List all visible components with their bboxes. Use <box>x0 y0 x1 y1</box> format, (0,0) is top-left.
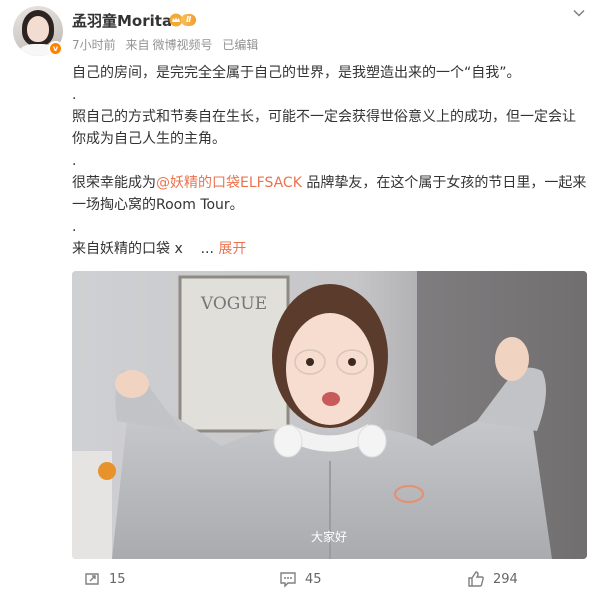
post-separator: . <box>72 153 77 169</box>
repost-button[interactable]: 15 <box>83 570 126 588</box>
post-meta: 7小时前 来自 微博视频号 已编辑 <box>72 36 264 53</box>
video-frame: VOGUE 大家好 <box>72 271 587 559</box>
like-icon <box>468 571 484 587</box>
ellipsis: ... <box>200 241 214 257</box>
post-paragraph-3: 很荣幸能成为@妖精的口袋ELFSACK 品牌挚友，在这个属于女孩的节日里，一起来… <box>72 172 587 216</box>
repost-count: 15 <box>109 571 126 587</box>
post-paragraph-2: 照自己的方式和节奏自在生长，可能不一定会获得世俗意义上的成功，但一定会让你成为自… <box>72 109 576 147</box>
poster-text: VOGUE <box>200 294 267 314</box>
post-paragraph-4: 来自妖精的口袋 x ... 展开 <box>72 238 587 260</box>
comment-count: 45 <box>305 571 322 587</box>
comment-button[interactable]: 45 <box>279 570 322 588</box>
username[interactable]: 孟羽童Morita <box>72 10 172 31</box>
video-subtitle: 大家好 <box>311 529 347 544</box>
post-content: 自己的房间，是完完全全属于自己的世界，是我塑造出来的一个“自我”。 . 照自己的… <box>72 62 587 260</box>
comment-icon <box>280 572 296 588</box>
source-prefix: 来自 <box>125 38 150 52</box>
paragraph-4-text: 来自妖精的口袋 x <box>72 241 183 257</box>
video-player[interactable]: VOGUE 大家好 <box>72 271 587 559</box>
edited-label[interactable]: 已编辑 <box>222 38 258 52</box>
post-time[interactable]: 7小时前 <box>72 38 116 52</box>
post-separator: . <box>72 87 77 103</box>
avatar-face <box>27 16 49 42</box>
verified-icon: v <box>48 41 63 56</box>
vip-badge[interactable]: Ⅱ <box>169 12 203 28</box>
post-paragraph-1: 自己的房间，是完完全全属于自己的世界，是我塑造出来的一个“自我”。 <box>72 65 521 81</box>
like-count: 294 <box>493 571 518 587</box>
mention-link[interactable]: @妖精的口袋ELFSACK <box>156 175 302 191</box>
repost-icon <box>85 573 99 585</box>
chevron-down-icon[interactable] <box>572 6 586 20</box>
post-source[interactable]: 微博视频号 <box>152 38 212 52</box>
like-button[interactable]: 294 <box>467 570 518 588</box>
vip-level: Ⅱ <box>181 14 197 26</box>
action-bar: 15 45 294 <box>0 566 600 594</box>
expand-link[interactable]: 展开 <box>218 241 246 257</box>
post-separator: . <box>72 219 77 235</box>
paragraph-3-text-before: 很荣幸能成为 <box>72 175 156 191</box>
